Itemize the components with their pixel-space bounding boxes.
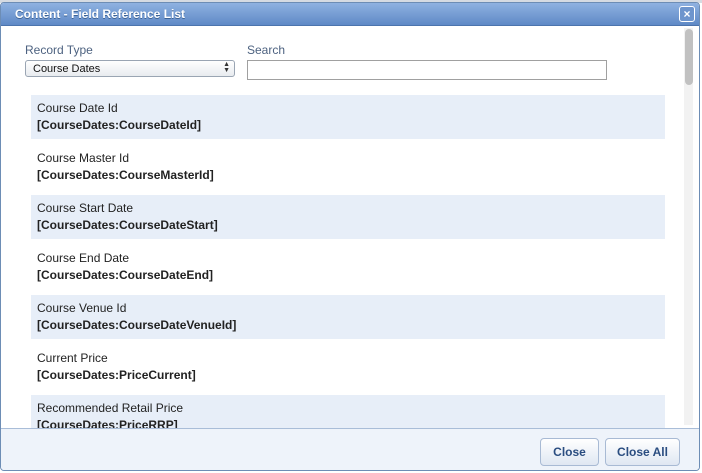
select-arrows-icon: ▲ ▼ <box>223 61 230 74</box>
field-name: Recommended Retail Price <box>37 401 184 415</box>
field-name: Course Master Id <box>37 151 130 165</box>
close-icon[interactable]: × <box>679 6 695 22</box>
field-row[interactable]: Course Venue Id [CourseDates:CourseDateV… <box>31 295 665 339</box>
scrollbar-track[interactable] <box>684 28 693 425</box>
field-reference: [CourseDates:CourseDateVenueId] <box>37 318 237 332</box>
record-type-select[interactable]: Course Dates ▲ ▼ <box>25 60 235 77</box>
field-reference-dialog: Content - Field Reference List × Record … <box>0 2 700 471</box>
dialog-body: Record Type Course Dates ▲ ▼ Search Cours… <box>1 26 685 428</box>
scrollbar-thumb[interactable] <box>685 29 693 85</box>
record-type-label: Record Type <box>25 43 93 57</box>
field-row[interactable]: Current Price [CourseDates:PriceCurrent] <box>31 345 665 389</box>
field-row[interactable]: Course Date Id [CourseDates:CourseDateId… <box>31 95 665 139</box>
field-row[interactable]: Course Start Date [CourseDates:CourseDat… <box>31 195 665 239</box>
field-name: Current Price <box>37 351 108 365</box>
dialog-titlebar[interactable]: Content - Field Reference List × <box>1 3 699 26</box>
field-reference: [CourseDates:CourseMasterId] <box>37 168 214 182</box>
field-reference: [CourseDates:PriceCurrent] <box>37 368 196 382</box>
field-list: Course Date Id [CourseDates:CourseDateId… <box>31 95 665 428</box>
field-name: Course Venue Id <box>37 301 127 315</box>
field-reference: [CourseDates:CourseDateId] <box>37 118 202 132</box>
field-reference: [CourseDates:CourseDateStart] <box>37 218 218 232</box>
field-name: Course Date Id <box>37 101 118 115</box>
dialog-title: Content - Field Reference List <box>15 7 186 21</box>
dialog-footer: Close Close All <box>1 428 699 470</box>
close-all-button[interactable]: Close All <box>605 438 680 466</box>
field-row[interactable]: Recommended Retail Price [CourseDates:Pr… <box>31 395 665 428</box>
field-name: Course End Date <box>37 251 130 265</box>
field-name: Course Start Date <box>37 201 134 215</box>
field-reference: [CourseDates:PriceRRP] <box>37 418 178 428</box>
record-type-value: Course Dates <box>33 63 101 75</box>
search-input[interactable] <box>247 60 607 80</box>
search-label: Search <box>247 43 286 57</box>
field-reference: [CourseDates:CourseDateEnd] <box>37 268 214 282</box>
close-button[interactable]: Close <box>540 438 599 466</box>
field-row[interactable]: Course Master Id [CourseDates:CourseMast… <box>31 145 665 189</box>
field-row[interactable]: Course End Date [CourseDates:CourseDateE… <box>31 245 665 289</box>
